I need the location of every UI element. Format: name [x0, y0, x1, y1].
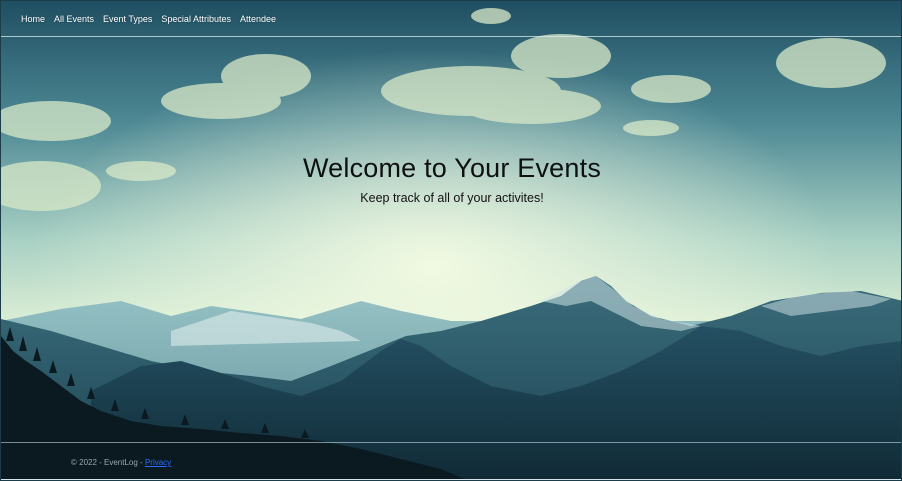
footer-privacy-link[interactable]: Privacy [145, 458, 171, 467]
page-footer: © 2022 - EventLog - Privacy [1, 442, 901, 479]
nav-link-all-events[interactable]: All Events [54, 14, 94, 24]
mountain-background-image [1, 1, 901, 480]
hero-title: Welcome to Your Events [302, 153, 602, 183]
footer-text: © 2022 - EventLog - Privacy [71, 458, 171, 467]
nav-link-home[interactable]: Home [21, 14, 45, 24]
nav-link-event-types[interactable]: Event Types [103, 14, 152, 24]
top-navbar: Home All Events Event Types Special Attr… [1, 1, 901, 37]
app-window: Home All Events Event Types Special Attr… [0, 0, 902, 481]
footer-copyright: © 2022 - EventLog - [71, 458, 145, 467]
nav-link-special-attributes[interactable]: Special Attributes [161, 14, 231, 24]
hero-subtitle: Keep track of all of your activites! [360, 191, 544, 205]
hero-section: Welcome to Your Events Keep track of all… [1, 153, 901, 205]
nav-link-attendee[interactable]: Attendee [240, 14, 276, 24]
